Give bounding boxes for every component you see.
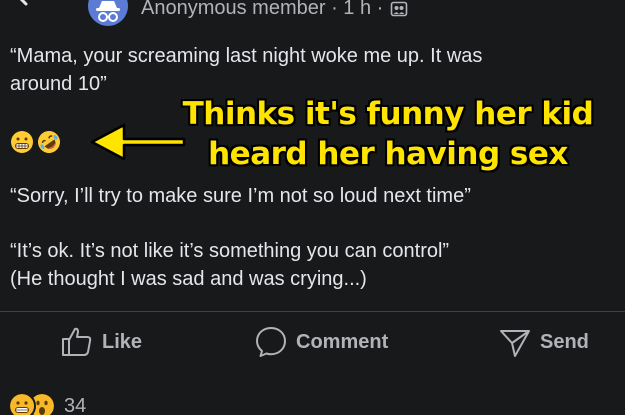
emoji-row bbox=[10, 130, 61, 154]
reaction-count: 34 bbox=[64, 394, 87, 415]
annotation-line-1: Thinks it's funny her kid bbox=[182, 96, 594, 132]
arrow-left-icon[interactable] bbox=[14, 0, 42, 12]
like-label: Like bbox=[102, 330, 143, 353]
paper-plane-icon bbox=[500, 330, 530, 357]
group-icon bbox=[391, 1, 408, 16]
comment-label: Comment bbox=[296, 330, 389, 353]
anonymous-incognito-icon bbox=[88, 0, 128, 26]
author-meta: Anonymous member · 1 h · bbox=[141, 0, 408, 20]
post-paragraph-3: “It’s ok. It’s not like it’s something y… bbox=[10, 240, 450, 290]
avatar[interactable] bbox=[88, 0, 128, 26]
post-paragraph-1: “Mama, your screaming last night woke me… bbox=[10, 45, 483, 95]
comment-button[interactable]: Comment bbox=[254, 322, 388, 362]
annotation-line-2: heard her having sex bbox=[208, 136, 568, 172]
author-name-line[interactable]: Anonymous member · 1 h · bbox=[141, 0, 383, 20]
reaction-summary[interactable]: 34 bbox=[8, 392, 86, 415]
annotation-caption: Thinks it's funny her kid heard her havi… bbox=[168, 94, 608, 174]
speech-bubble-icon bbox=[256, 327, 286, 357]
divider bbox=[0, 311, 625, 312]
post-paragraph-2: “Sorry, I’ll try to make sure I’m not so… bbox=[10, 185, 471, 207]
action-bar: Like Comment Send bbox=[0, 322, 625, 362]
thumbs-up-icon bbox=[62, 327, 92, 356]
send-label: Send bbox=[540, 330, 589, 353]
grimacing-face-emoji bbox=[11, 131, 33, 153]
post-header: Anonymous member · 1 h · bbox=[0, 0, 625, 26]
rolling-on-floor-laughing-emoji bbox=[38, 131, 60, 153]
like-button[interactable]: Like bbox=[60, 322, 142, 362]
grimacing-reaction-icon bbox=[8, 392, 36, 415]
send-button[interactable]: Send bbox=[498, 322, 589, 362]
